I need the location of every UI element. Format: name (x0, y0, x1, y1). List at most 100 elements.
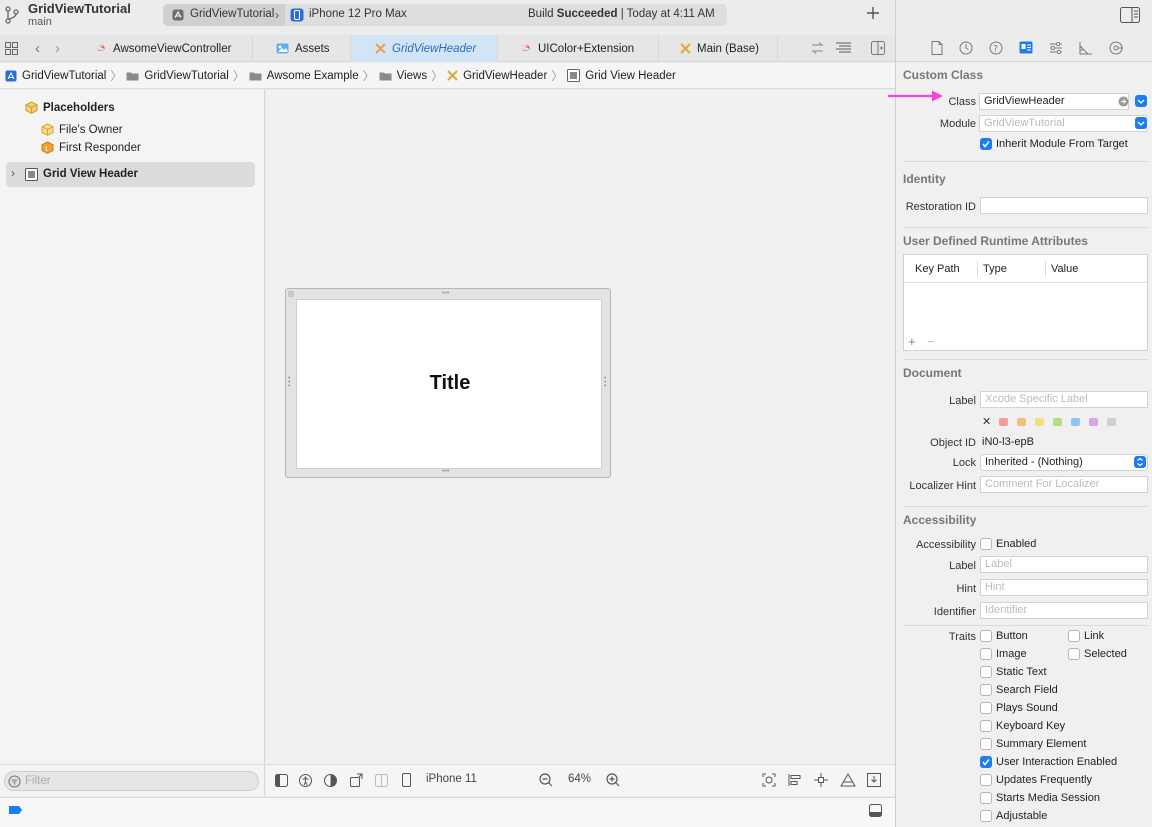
filter-field[interactable] (4, 771, 259, 791)
go-to-class-icon[interactable] (1118, 96, 1129, 107)
trait-starts-media-checkbox[interactable] (980, 792, 992, 804)
clear-label-color-button[interactable]: ✕ (982, 415, 991, 428)
label-color-yellow[interactable] (1035, 418, 1044, 426)
breadcrumb-group[interactable]: GridViewTutorial (126, 70, 229, 82)
forward-arrow-icon[interactable]: › (55, 40, 60, 57)
trait-search-field-checkbox[interactable] (980, 684, 992, 696)
toggle-outline-icon[interactable] (275, 774, 288, 787)
scene-close-handle[interactable] (288, 291, 294, 297)
resize-handle-bottom[interactable]: ••• (442, 468, 449, 475)
toggle-inspector-icon[interactable] (1120, 7, 1140, 23)
embed-in-icon[interactable] (867, 773, 881, 787)
connections-inspector-icon[interactable] (1109, 41, 1123, 55)
tab-assets[interactable]: Assets (266, 35, 351, 62)
inherit-module-checkbox[interactable] (980, 138, 992, 150)
attributes-inspector-icon[interactable] (1049, 41, 1063, 55)
zoom-out-icon[interactable] (539, 773, 553, 787)
back-arrow-icon[interactable]: ‹ (35, 40, 40, 57)
trait-adjustable-checkbox[interactable] (980, 810, 992, 822)
restoration-id-field[interactable] (980, 197, 1148, 214)
lock-select[interactable]: Inherited - (Nothing) (980, 454, 1148, 471)
breadcrumb-awsome-example[interactable]: Awsome Example (249, 70, 359, 82)
trait-updates-frequently-checkbox[interactable] (980, 774, 992, 786)
debug-area-indicator-icon[interactable] (8, 805, 23, 815)
class-dropdown-button[interactable] (1135, 95, 1147, 107)
runtime-attributes-table[interactable]: Key Path Type Value + − (903, 254, 1148, 351)
filter-input[interactable] (25, 775, 245, 787)
resize-handle-left[interactable]: • • • (288, 375, 290, 390)
title-label[interactable]: Title (297, 372, 603, 395)
add-attribute-button[interactable]: + (908, 334, 916, 349)
disclosure-triangle-icon[interactable]: › (11, 166, 15, 180)
swap-icon[interactable] (811, 42, 824, 54)
acc-identifier-field[interactable]: Identifier (980, 602, 1148, 619)
acc-hint-field[interactable]: Hint (980, 579, 1148, 596)
label-color-orange[interactable] (1017, 418, 1026, 426)
run-destination[interactable]: iPhone 12 Pro Max (309, 8, 407, 20)
column-key-path[interactable]: Key Path (915, 263, 960, 275)
identity-inspector-icon[interactable] (1019, 41, 1033, 54)
label-color-red[interactable] (999, 418, 1008, 426)
label-color-purple[interactable] (1089, 418, 1098, 426)
trait-plays-sound-checkbox[interactable] (980, 702, 992, 714)
column-type[interactable]: Type (983, 263, 1007, 275)
trait-button-checkbox[interactable] (980, 630, 992, 642)
help-inspector-icon[interactable]: ? (989, 41, 1003, 55)
tab-main-base[interactable]: Main (Base) (670, 35, 778, 62)
trait-user-interaction-checkbox[interactable] (980, 756, 992, 768)
outline-first-responder[interactable]: 1 First Responder (41, 141, 141, 154)
split-view-icon[interactable] (375, 774, 388, 787)
breadcrumb-file[interactable]: GridViewHeader (447, 70, 547, 82)
add-library-icon[interactable] (866, 6, 880, 20)
tab-awsome-view-controller[interactable]: AwsomeViewController (86, 35, 253, 62)
outline-files-owner[interactable]: File's Owner (41, 123, 123, 136)
zoom-level[interactable]: 64% (568, 773, 591, 785)
tab-uicolor-extension[interactable]: UIColor+Extension (511, 35, 659, 62)
toggle-debug-area-icon[interactable] (869, 804, 882, 817)
remove-attribute-button[interactable]: − (927, 334, 935, 349)
align-icon[interactable] (788, 773, 802, 787)
zoom-in-icon[interactable] (606, 773, 620, 787)
breadcrumb-project[interactable]: GridViewTutorial (5, 70, 106, 82)
lock-dropdown-button[interactable] (1134, 456, 1146, 468)
class-field[interactable]: GridViewHeader (979, 93, 1129, 110)
tab-grid-view-header[interactable]: GridViewHeader (351, 35, 498, 62)
file-inspector-icon[interactable] (931, 41, 943, 55)
localizer-hint-field[interactable]: Comment For Localizer (980, 476, 1148, 493)
add-constraints-icon[interactable] (814, 773, 828, 787)
grid-view-header-view[interactable]: Title (296, 299, 602, 469)
related-items-icon[interactable] (5, 42, 18, 55)
orientation-icon[interactable] (350, 773, 364, 787)
source-control-icon[interactable] (5, 6, 19, 24)
appearance-icon[interactable] (324, 774, 337, 787)
editor-options-icon[interactable] (835, 42, 852, 54)
trait-link-checkbox[interactable] (1068, 630, 1080, 642)
iphone-icon[interactable] (402, 773, 411, 787)
trait-selected-checkbox[interactable] (1068, 648, 1080, 660)
split-editor-icon[interactable] (871, 41, 885, 55)
module-dropdown-button[interactable] (1135, 117, 1147, 129)
breadcrumb-view[interactable]: Grid View Header (567, 69, 676, 82)
trait-image-checkbox[interactable] (980, 648, 992, 660)
device-selector[interactable]: iPhone 11 (426, 773, 477, 785)
resize-handle-right[interactable]: • • • (604, 375, 606, 390)
update-frames-icon[interactable] (762, 773, 776, 787)
trait-keyboard-key-checkbox[interactable] (980, 720, 992, 732)
acc-label-field[interactable]: Label (980, 556, 1148, 573)
outline-grid-view-header[interactable]: › Grid View Header (6, 162, 255, 187)
trait-summary-element-checkbox[interactable] (980, 738, 992, 750)
accessibility-enabled-checkbox[interactable] (980, 538, 992, 550)
accessibility-icon[interactable] (299, 774, 312, 787)
module-field[interactable]: GridViewTutorial (979, 115, 1147, 132)
column-value[interactable]: Value (1051, 263, 1078, 275)
breadcrumb-views[interactable]: Views (379, 70, 427, 82)
history-inspector-icon[interactable] (959, 41, 973, 55)
outline-placeholders[interactable]: Placeholders (25, 101, 115, 114)
size-inspector-icon[interactable] (1079, 41, 1093, 55)
document-label-field[interactable]: Xcode Specific Label (980, 391, 1148, 408)
label-color-green[interactable] (1053, 418, 1062, 426)
trait-static-text-checkbox[interactable] (980, 666, 992, 678)
label-color-blue[interactable] (1071, 418, 1080, 426)
resolve-issues-icon[interactable] (840, 773, 856, 787)
resize-handle-top[interactable]: ••• (442, 290, 449, 297)
